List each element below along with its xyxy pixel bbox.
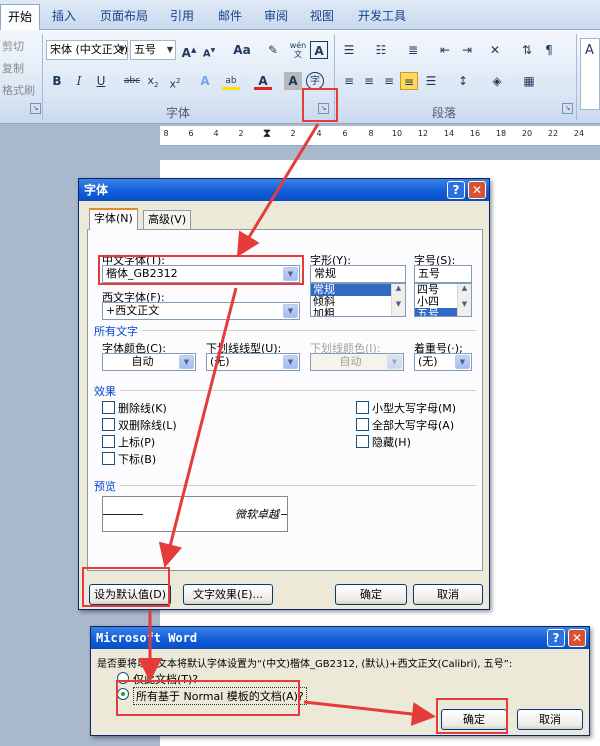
- arrow-to-set-default: [158, 287, 238, 568]
- tab-font[interactable]: 字体(N): [89, 208, 138, 230]
- annotation-arrows: [138, 123, 436, 726]
- arrow-to-chinese-font: [236, 123, 320, 258]
- arrow-to-confirm-ok: [303, 700, 436, 726]
